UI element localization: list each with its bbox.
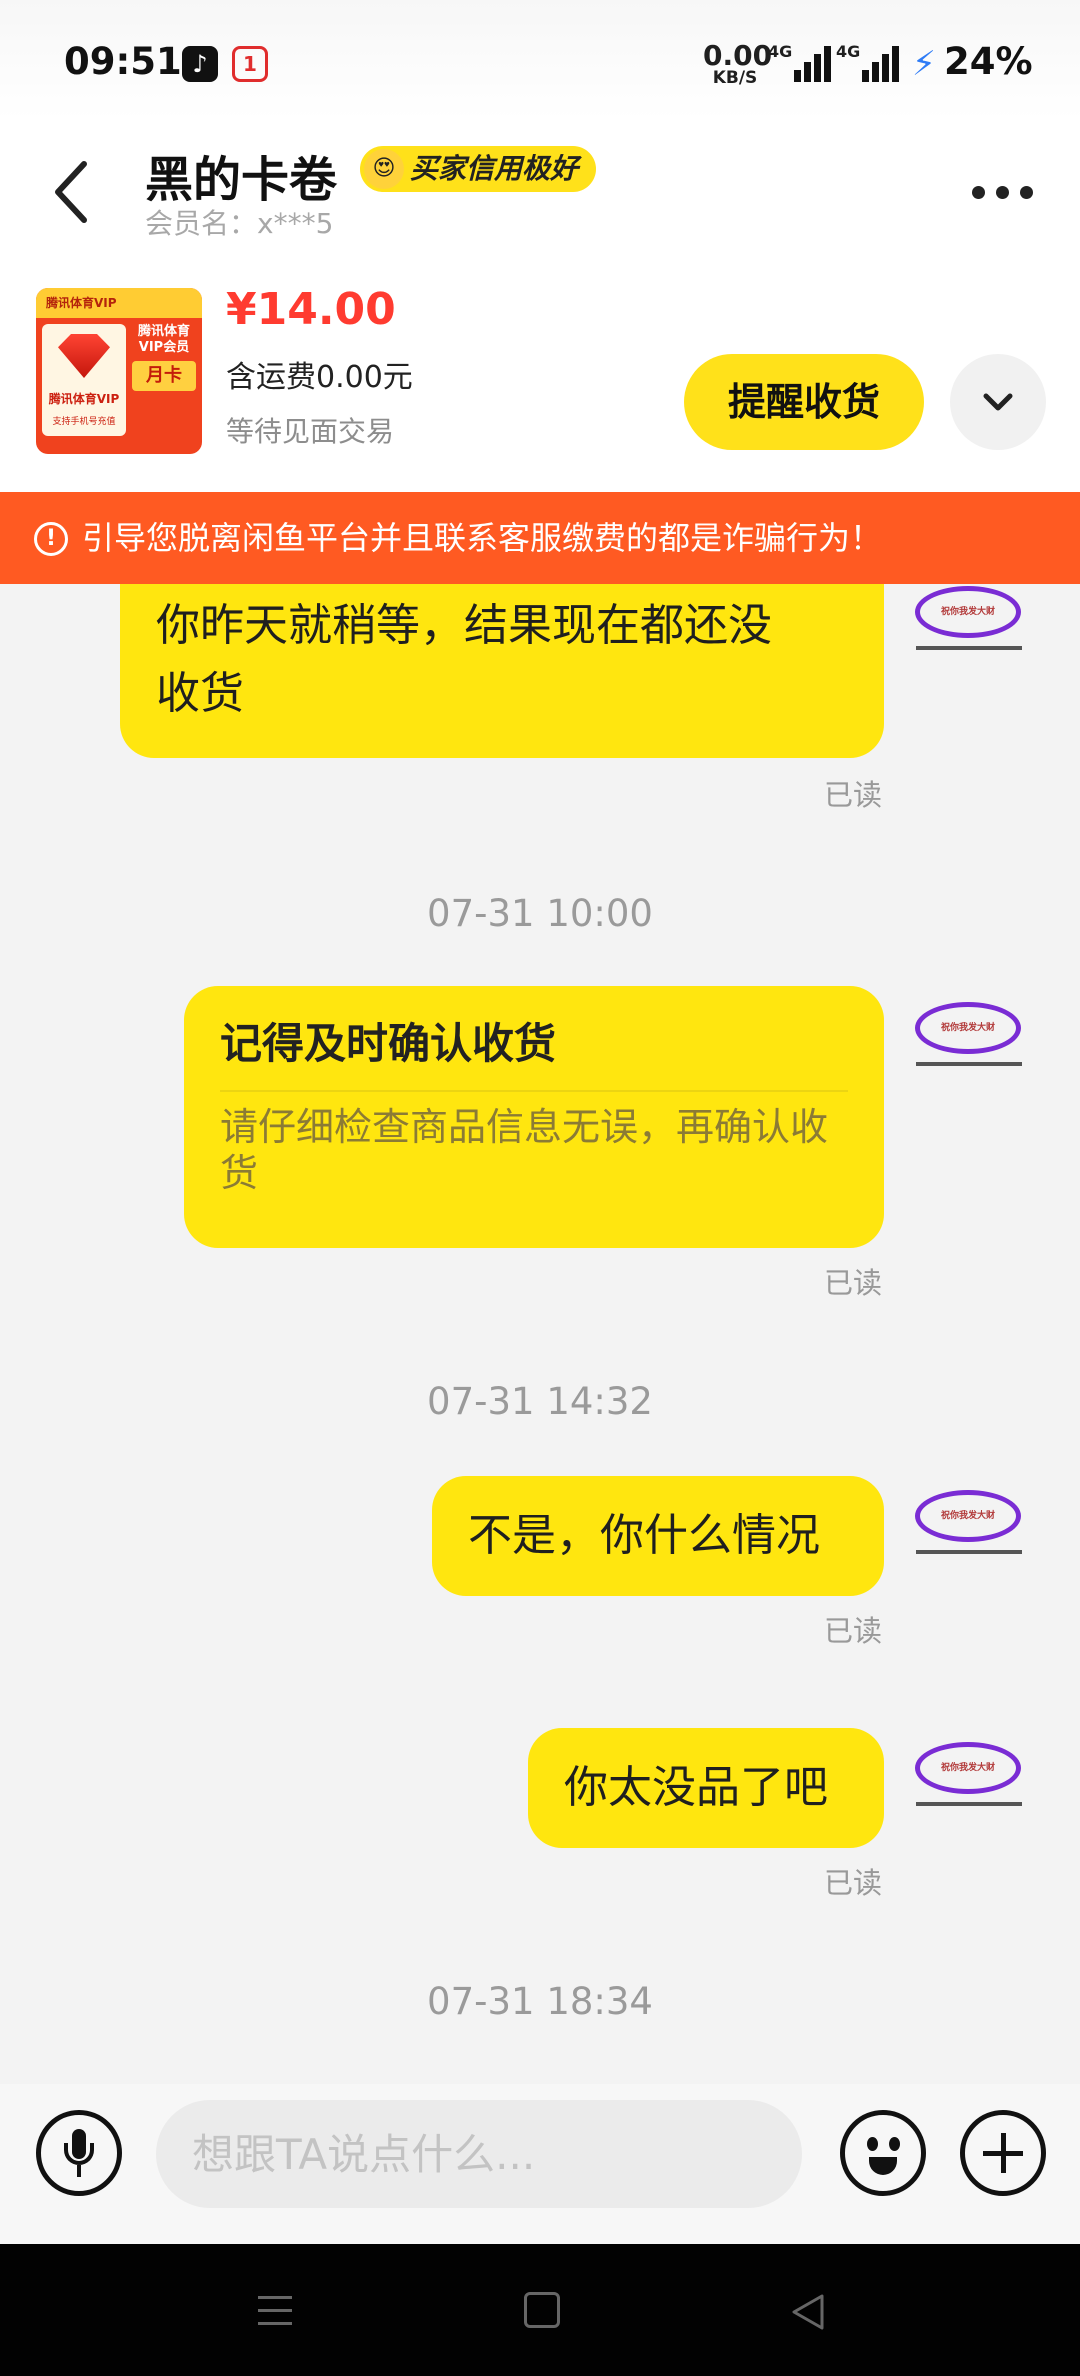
- status-bar: 09:51 ♪ 1 0.00 KB/S 4G 4G ⚡ 24%: [64, 39, 1033, 88]
- more-options-icon[interactable]: [968, 178, 1038, 208]
- back-triangle-icon[interactable]: [790, 2292, 826, 2336]
- message-bubble[interactable]: 你昨天就稍等，结果现在都还没 收货: [120, 584, 884, 758]
- charging-icon: ⚡: [912, 44, 936, 84]
- read-receipt: 已读: [824, 1266, 883, 1300]
- avatar[interactable]: 祝你我发大财: [912, 586, 1024, 656]
- read-receipt: 已读: [824, 778, 883, 812]
- system-navigation-bar: [0, 2244, 1080, 2376]
- timestamp: 07-31 14:32: [427, 1380, 653, 1423]
- timestamp: 07-31 10:00: [427, 892, 653, 935]
- message-bubble[interactable]: 你太没品了吧: [528, 1728, 884, 1848]
- timestamp: 07-31 18:34: [427, 1980, 653, 2023]
- trade-status: 等待见面交易: [226, 415, 395, 448]
- avatar[interactable]: 祝你我发大财: [912, 1742, 1024, 1812]
- tiktok-icon: ♪: [182, 46, 218, 82]
- network-speed: 0.00 KB/S: [703, 39, 773, 88]
- product-card[interactable]: 腾讯体育VIP 腾讯体育VIP 支持手机号充值 腾讯体育VIP会员 月卡 ¥14…: [0, 280, 1080, 492]
- chat-screen: 09:51 ♪ 1 0.00 KB/S 4G 4G ⚡ 24% 黑的卡卷 😍 买…: [0, 0, 1080, 2376]
- confirm-receipt-card[interactable]: 记得及时确认收货 请仔细检查商品信息无误，再确认收货: [184, 986, 884, 1248]
- seller-name[interactable]: 黑的卡卷: [145, 140, 337, 210]
- expand-button[interactable]: [950, 354, 1046, 450]
- top-area: 09:51 ♪ 1 0.00 KB/S 4G 4G ⚡ 24% 黑的卡卷 😍 买…: [0, 0, 1080, 492]
- message-list[interactable]: 你昨天就稍等，结果现在都还没 收货 祝你我发大财 已读 07-31 10:00 …: [0, 584, 1080, 2084]
- avatar[interactable]: 祝你我发大财: [912, 1490, 1024, 1560]
- avatar[interactable]: 祝你我发大财: [912, 1002, 1024, 1072]
- read-receipt: 已读: [824, 1866, 883, 1900]
- diamond-icon: [58, 334, 110, 378]
- input-bar: [0, 2084, 1080, 2244]
- member-name: 会员名：x***5: [145, 207, 334, 240]
- heart-eyes-icon: 😍: [364, 149, 404, 189]
- shipping-fee: 含运费0.00元: [226, 360, 413, 395]
- chat-header: 黑的卡卷 😍 买家信用极好 会员名：x***5: [0, 130, 1080, 280]
- emoji-icon[interactable]: [840, 2110, 926, 2196]
- battery-level: 24%: [944, 40, 1033, 83]
- message-input[interactable]: [156, 2100, 802, 2208]
- fraud-warning-banner: ! 引导您脱离闲鱼平台并且联系客服缴费的都是诈骗行为！: [0, 492, 1080, 584]
- back-arrow-icon[interactable]: [44, 152, 104, 232]
- read-receipt: 已读: [824, 1614, 883, 1648]
- plus-icon[interactable]: [960, 2110, 1046, 2196]
- clock: 09:51: [64, 40, 182, 83]
- oneplus-community-icon: 1: [232, 46, 268, 82]
- chevron-down-icon: [983, 393, 1013, 411]
- product-thumbnail[interactable]: 腾讯体育VIP 腾讯体育VIP 支持手机号充值 腾讯体育VIP会员 月卡: [36, 288, 202, 454]
- product-price: ¥14.00: [226, 284, 396, 335]
- home-icon[interactable]: [524, 2292, 560, 2328]
- message-bubble[interactable]: 不是，你什么情况: [432, 1476, 884, 1596]
- warning-icon: !: [34, 522, 68, 556]
- recent-apps-icon[interactable]: [258, 2296, 292, 2326]
- microphone-icon[interactable]: [36, 2110, 122, 2196]
- credit-badge: 😍 买家信用极好: [360, 146, 597, 192]
- remind-receipt-button[interactable]: 提醒收货: [684, 354, 924, 450]
